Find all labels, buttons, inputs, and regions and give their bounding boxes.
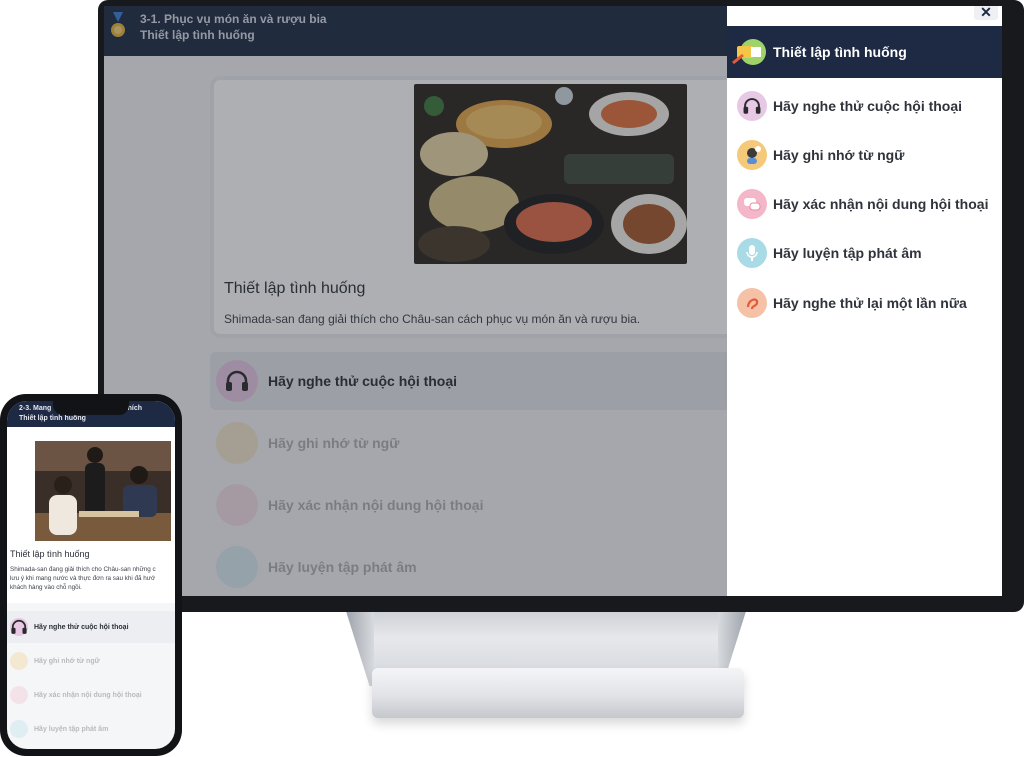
phone-scenario-title: Thiết lập tình huống	[10, 549, 90, 559]
microphone-icon	[737, 238, 767, 268]
drawer-item-listen[interactable]: Hãy nghe thử cuộc hội thoại	[727, 82, 1002, 130]
drawer-header-label: Thiết lập tình huống	[773, 44, 907, 60]
phone-step-label: Hãy nghe thử cuộc hội thoại	[34, 623, 129, 631]
phone-step-listen[interactable]: Hãy nghe thử cuộc hội thoại	[7, 611, 175, 643]
drawer-item-listen-again[interactable]: Hãy nghe thử lại một lần nữa	[727, 279, 1002, 327]
drawer-item-scenario[interactable]: Thiết lập tình huống	[727, 26, 1002, 78]
phone-frame: 2-3. Mang thích Thiết lập tình huống Thiế…	[0, 394, 182, 756]
speech-bubbles-icon	[737, 189, 767, 219]
navigation-drawer: ✕ Thiết lập tình huống Hãy nghe thử cuộc…	[727, 6, 1002, 596]
restaurant-staff-photo	[35, 441, 171, 541]
drawer-item-label: Hãy xác nhận nội dung hội thoại	[773, 196, 989, 212]
device-mockup-stage: 3-1. Phục vụ món ăn và rượu bia Thiết lậ…	[0, 0, 1024, 757]
phone-description-line: khách hàng vào chỗ ngồi.	[10, 584, 82, 591]
modal-overlay[interactable]	[104, 6, 727, 596]
headphones-icon	[10, 618, 28, 636]
drawer-item-label: Hãy luyện tập phát âm	[773, 245, 922, 261]
ear-icon	[737, 288, 767, 318]
phone-step-pronunciation[interactable]: Hãy luyện tập phát âm	[7, 713, 175, 745]
phone-section-title: Thiết lập tình huống	[19, 415, 86, 422]
headphones-icon	[737, 91, 767, 121]
drawer-item-label: Hãy nghe thử cuộc hội thoại	[773, 98, 963, 114]
monitor-base	[372, 668, 744, 718]
phone-scenario-card: Thiết lập tình huống Shimada-san đang gi…	[7, 427, 175, 603]
phone-step-confirm[interactable]: Hãy xác nhận nội dung hội thoại	[7, 679, 175, 711]
phone-step-label: Hãy ghi nhớ từ ngữ	[34, 657, 100, 665]
scenario-icon	[732, 39, 766, 65]
phone-step-label: Hãy xác nhận nội dung hội thoại	[34, 691, 142, 699]
phone-lesson-title-start: 2-3. Mang	[19, 405, 52, 412]
speech-bubbles-icon	[10, 686, 28, 704]
microphone-icon	[10, 720, 28, 738]
person-thinking-icon	[10, 652, 28, 670]
phone-scenario-description: Shimada-san đang giải thích cho Châu-san…	[10, 565, 175, 592]
phone-notch	[53, 401, 129, 415]
desktop-app-screen: 3-1. Phục vụ món ăn và rượu bia Thiết lậ…	[104, 6, 1002, 596]
phone-app-screen: 2-3. Mang thích Thiết lập tình huống Thiế…	[7, 401, 175, 749]
drawer-item-label: Hãy nghe thử lại một lần nữa	[773, 295, 967, 311]
close-icon[interactable]: ✕	[974, 6, 998, 20]
phone-description-line: Shimada-san đang giải thích cho Châu-san…	[10, 566, 156, 573]
drawer-item-memorize[interactable]: Hãy ghi nhớ từ ngữ	[727, 131, 1002, 179]
drawer-item-label: Hãy ghi nhớ từ ngữ	[773, 147, 905, 163]
person-thinking-icon	[737, 140, 767, 170]
phone-step-memorize[interactable]: Hãy ghi nhớ từ ngữ	[7, 645, 175, 677]
phone-description-line: lưu ý khi mang nước và thực đơn ra sau k…	[10, 575, 156, 582]
phone-step-label: Hãy luyện tập phát âm	[34, 725, 109, 733]
drawer-item-confirm[interactable]: Hãy xác nhận nội dung hội thoại	[727, 180, 1002, 228]
drawer-item-pronunciation[interactable]: Hãy luyện tập phát âm	[727, 229, 1002, 277]
